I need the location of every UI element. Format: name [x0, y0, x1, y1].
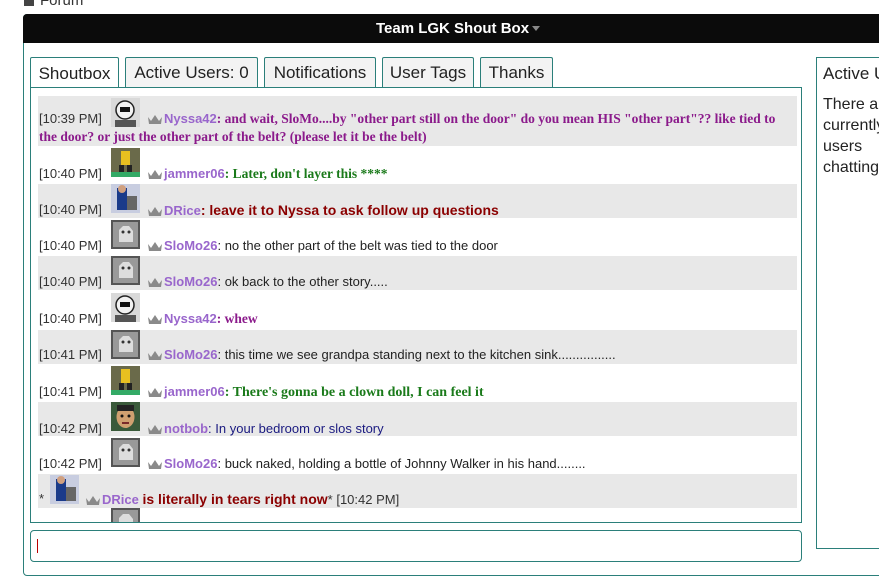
home-icon — [24, 0, 34, 6]
message-text: Later, don't layer this **** — [232, 166, 388, 181]
username[interactable]: jammer06 — [164, 166, 225, 181]
tab-notifications[interactable]: Notifications — [264, 57, 376, 88]
timestamp: [10:41 PM] — [39, 384, 102, 399]
avatar[interactable] — [50, 475, 79, 504]
avatar[interactable] — [111, 330, 140, 359]
avatar[interactable] — [111, 366, 140, 395]
avatar[interactable] — [111, 402, 140, 431]
timestamp: [10:40 PM] — [39, 274, 102, 289]
crown-icon — [148, 115, 162, 124]
shoutbox-title: Team LGK Shout Box — [375, 20, 530, 37]
message-text: is literally in tears right now — [142, 491, 328, 507]
timestamp: [10:42 PM] — [39, 421, 102, 436]
timestamp: [10:41 PM] — [39, 347, 102, 362]
crown-icon — [148, 460, 162, 469]
active-users-panel: Active Users There are currently 0 users… — [816, 57, 879, 549]
message-row: [10:40 PM] jammer06: Later, don't layer … — [38, 148, 797, 182]
tab-shoutbox[interactable]: Shoutbox — [30, 57, 119, 89]
text-cursor — [37, 539, 38, 553]
tab-active-users[interactable]: Active Users: 0 — [125, 57, 258, 88]
message-text: this time we see grandpa standing next t… — [224, 347, 616, 362]
tab-user-tags[interactable]: User Tags — [382, 57, 474, 88]
crown-icon — [148, 425, 162, 434]
timestamp: [10:40 PM] — [39, 202, 102, 217]
timestamp: [10:42 PM] — [336, 492, 400, 507]
username[interactable]: DRice — [164, 203, 201, 218]
shout-input[interactable] — [30, 530, 802, 562]
action-suffix: * — [327, 492, 333, 507]
message-row: [10:40 PM] DRice: leave it to Nyssa to a… — [38, 184, 797, 218]
message-row: [10:42 PM] notbob: In your bedroom or sl… — [38, 402, 797, 436]
tab-label: Active Users: 0 — [134, 63, 249, 82]
timestamp: [10:40 PM] — [39, 238, 102, 253]
crown-icon — [148, 170, 162, 179]
message-row: [10:40 PM] Nyssa42: whew — [38, 292, 797, 328]
username[interactable]: Nyssa42 — [164, 111, 217, 126]
message-text-continued: the door? or just the other part of the … — [39, 129, 427, 144]
breadcrumb-label: Forum — [40, 0, 84, 9]
message-text: no the other part of the belt was tied t… — [224, 238, 498, 253]
username[interactable]: jammer06 — [164, 384, 225, 399]
tab-label: Shoutbox — [38, 63, 111, 83]
breadcrumb[interactable]: Forum — [24, 0, 83, 9]
avatar[interactable] — [111, 184, 140, 213]
message-text: leave it to Nyssa to ask follow up quest… — [209, 202, 499, 218]
avatar[interactable] — [111, 293, 140, 322]
timestamp: [10:39 PM] — [39, 111, 102, 126]
avatar[interactable] — [111, 256, 140, 285]
crown-icon — [148, 207, 162, 216]
message-text: In your bedroom or slos story — [215, 421, 384, 436]
crown-icon — [148, 315, 162, 324]
avatar[interactable] — [111, 508, 140, 522]
crown-icon — [148, 388, 162, 397]
shoutbox-titlebar[interactable]: Team LGK Shout Box — [23, 14, 879, 43]
message-text: There's gonna be a clown doll, I can fee… — [232, 385, 484, 400]
active-users-text: There are currently 0 users chatting — [823, 96, 879, 176]
message-text: and wait, SloMo....by "other part still … — [224, 111, 776, 126]
username[interactable]: DRice — [102, 492, 139, 507]
username[interactable]: notbob — [164, 421, 208, 436]
tab-label: User Tags — [389, 63, 467, 82]
message-row: [10:41 PM] SloMo26: this time we see gra… — [38, 330, 797, 364]
message-row: [10:41 PM] jammer06: There's gonna be a … — [38, 366, 797, 402]
username[interactable]: SloMo26 — [164, 274, 217, 289]
tab-thanks[interactable]: Thanks — [480, 57, 553, 88]
timestamp: [10:40 PM] — [39, 311, 102, 326]
avatar[interactable] — [111, 148, 140, 177]
caret-down-icon[interactable] — [532, 26, 541, 31]
timestamp: [10:42 PM] — [39, 456, 102, 471]
crown-icon — [86, 496, 100, 505]
username[interactable]: SloMo26 — [164, 456, 217, 471]
message-text: buck naked, holding a bottle of Johnny W… — [224, 456, 586, 471]
crown-icon — [148, 278, 162, 287]
tab-label: Thanks — [488, 63, 545, 82]
timestamp: [10:40 PM] — [39, 166, 102, 181]
message-row: [10:39 PM] Nyssa42: and wait, SloMo....b… — [38, 96, 797, 146]
crown-icon — [148, 242, 162, 251]
message-row: * DRice is literally in tears right now*… — [38, 474, 797, 508]
avatar[interactable] — [111, 98, 140, 127]
shoutbox-messages[interactable]: [10:39 PM] Nyssa42: and wait, SloMo....b… — [30, 87, 802, 523]
message-row: [10:40 PM] SloMo26: no the other part of… — [38, 220, 797, 254]
action-prefix: * — [39, 491, 45, 506]
message-row: [10:42 PM] SloMo26: buck naked, holding … — [38, 438, 797, 472]
message-text: whew — [224, 311, 258, 326]
avatar[interactable] — [111, 220, 140, 249]
username[interactable]: SloMo26 — [164, 347, 217, 362]
message-text: ok back to the other story..... — [224, 274, 388, 289]
crown-icon — [148, 351, 162, 360]
username[interactable]: SloMo26 — [164, 238, 217, 253]
username[interactable]: Nyssa42 — [164, 311, 217, 326]
active-users-title: Active Users — [823, 64, 879, 83]
avatar[interactable] — [111, 438, 140, 467]
tab-label: Notifications — [273, 63, 367, 82]
message-row: [10:40 PM] SloMo26: ok back to the other… — [38, 256, 797, 290]
